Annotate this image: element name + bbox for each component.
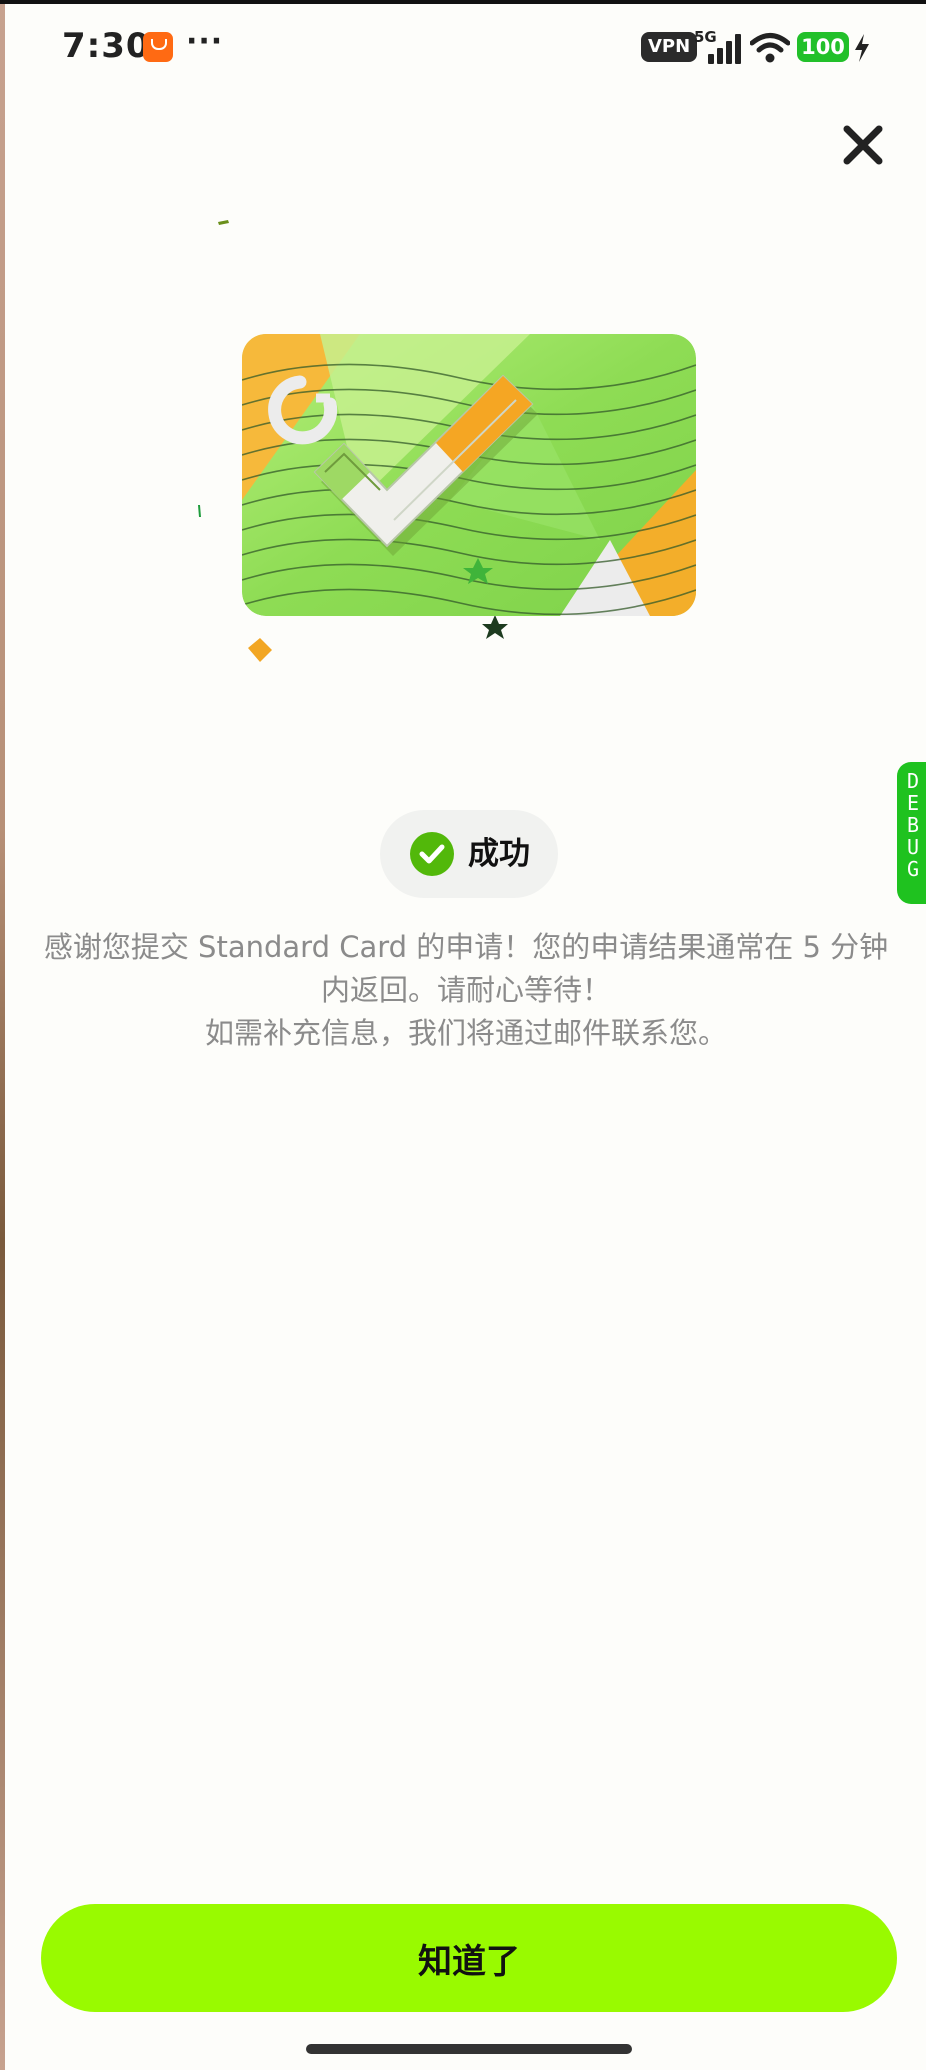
status-bar: 7:30 ··· VPN 5G 100 (0, 18, 926, 78)
message-line-1: 感谢您提交 Standard Card 的申请！您的申请结果通常在 5 分钟内返… (43, 930, 889, 1007)
debug-letter: U (906, 835, 920, 859)
status-badge: 成功 (380, 810, 558, 898)
debug-letter: G (906, 857, 920, 881)
debug-letter: B (906, 813, 920, 837)
battery-indicator: 100 (797, 32, 849, 62)
result-message: 感谢您提交 Standard Card 的申请！您的申请结果通常在 5 分钟内返… (36, 926, 896, 1055)
check-circle-icon (410, 832, 454, 876)
vpn-badge: VPN (641, 32, 698, 62)
close-icon[interactable] (838, 120, 888, 170)
card-check-illustration (198, 220, 696, 662)
message-line-2: 如需补充信息，我们将通过邮件联系您。 (204, 1016, 727, 1050)
status-time: 7:30 (62, 26, 151, 66)
shopping-app-icon (143, 32, 173, 62)
background-edge (0, 0, 5, 2070)
wifi-icon (750, 33, 790, 63)
signal-icon (708, 34, 741, 64)
more-notifications-icon: ··· (186, 24, 224, 59)
got-it-button[interactable]: 知道了 (41, 1904, 897, 2012)
debug-letter: E (906, 791, 920, 815)
top-edge (0, 0, 926, 4)
application-success-screen: 7:30 ··· VPN 5G 100 成功 感谢您提交 Standard Ca… (0, 0, 926, 2070)
charging-icon (855, 34, 869, 62)
debug-letter: D (906, 769, 920, 793)
home-indicator[interactable] (306, 2044, 632, 2054)
status-label: 成功 (468, 836, 530, 872)
debug-tab[interactable]: D E B U G (897, 762, 926, 904)
